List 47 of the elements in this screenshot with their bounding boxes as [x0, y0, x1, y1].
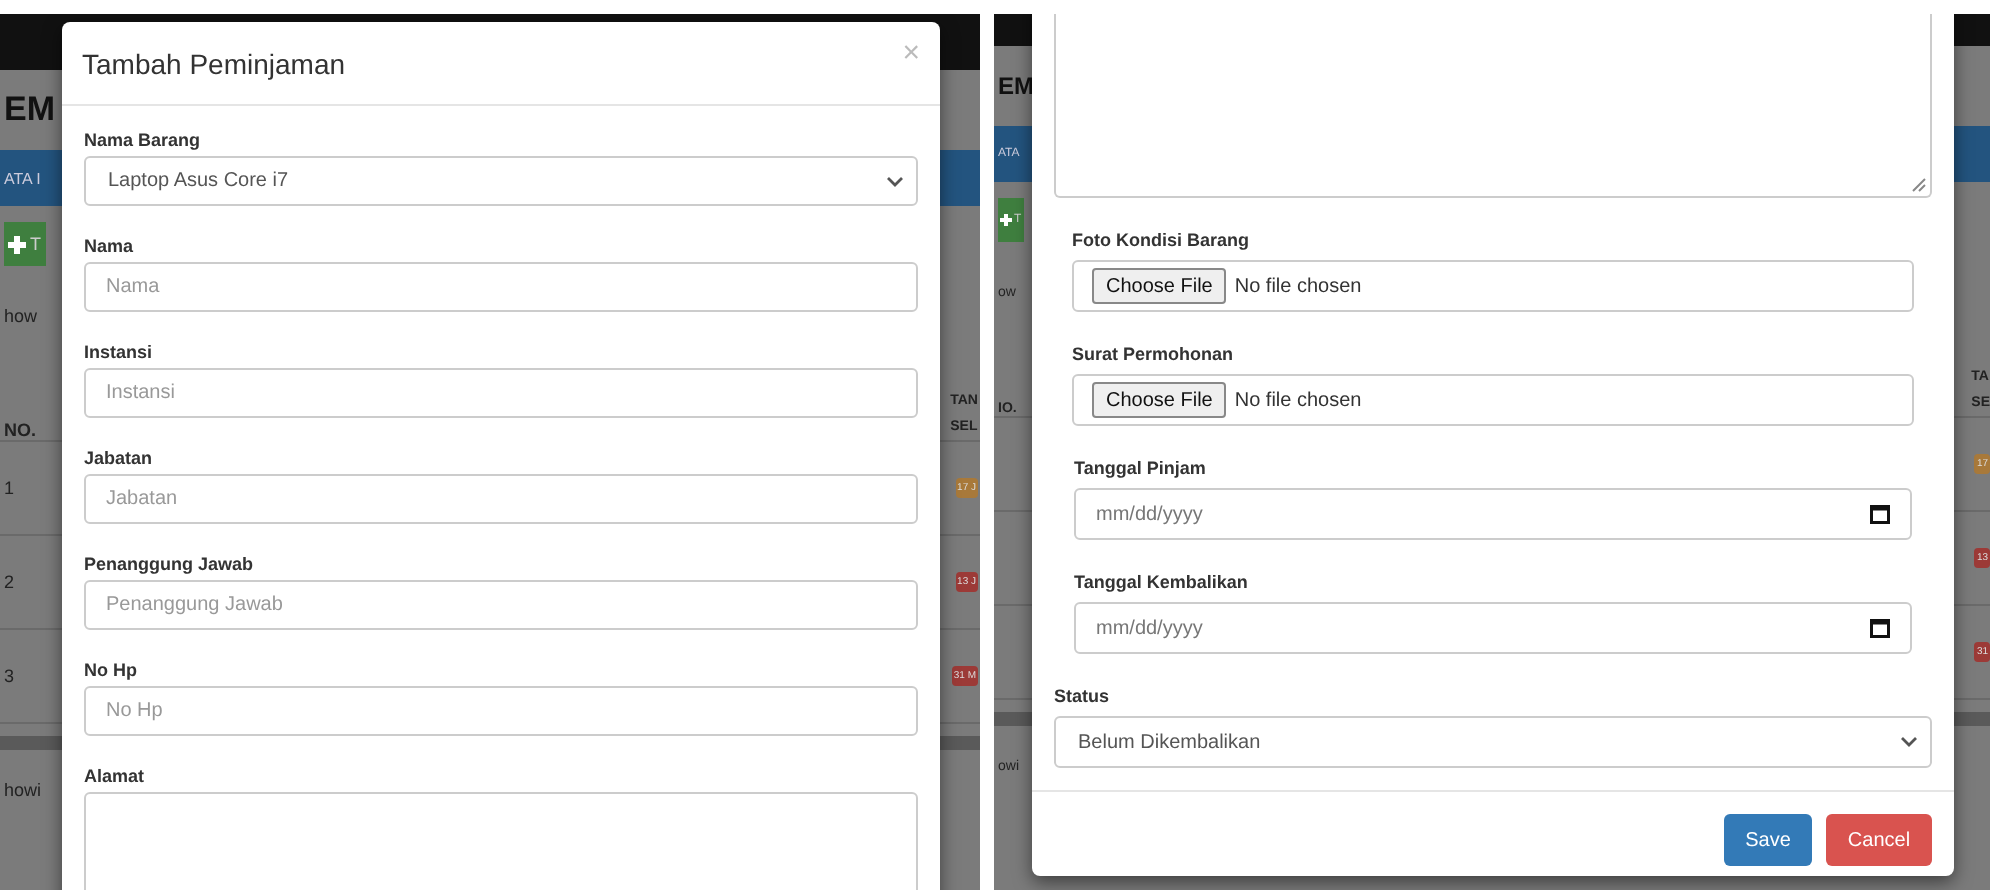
field-label: Penanggung Jawab — [84, 551, 256, 578]
calendar-icon — [1870, 504, 1890, 524]
cancel-button[interactable]: Cancel — [1826, 814, 1932, 866]
chevron-down-icon — [1900, 736, 1918, 748]
field-label: Foto Kondisi Barang — [1072, 228, 1251, 254]
textarea[interactable] — [1054, 14, 1932, 198]
text-input[interactable]: Penanggung Jawab — [84, 580, 918, 630]
choose-file-button[interactable]: Choose File — [1092, 268, 1227, 304]
date-input[interactable]: mm/dd/yyyy — [1074, 488, 1912, 540]
page-heading: EM — [998, 72, 1034, 100]
field-label: Surat Permohonan — [1072, 342, 1236, 368]
column-header: NO. — [4, 420, 37, 440]
show-entries-text: how — [4, 306, 38, 326]
add-button[interactable]: T — [4, 222, 45, 266]
text-input[interactable]: Jabatan — [84, 474, 918, 524]
dropdown[interactable]: Belum Dikembalikan — [1054, 716, 1932, 768]
choose-file-button[interactable]: Choose File — [1092, 382, 1227, 418]
date-input[interactable]: mm/dd/yyyy — [1074, 602, 1912, 654]
field-label: Tanggal Kembalikan — [1074, 570, 1250, 596]
field-label: Tanggal Pinjam — [1074, 456, 1208, 482]
modal-title: Tambah Peminjaman — [82, 47, 346, 79]
field-label: Instansi — [84, 339, 155, 365]
field-label: Nama Barang — [84, 127, 203, 154]
table-cell: 1 — [4, 478, 15, 498]
table-cell: 2 — [4, 572, 15, 592]
calendar-icon — [1870, 618, 1890, 638]
save-button[interactable]: Save — [1724, 814, 1812, 866]
textarea[interactable] — [84, 792, 918, 890]
text-input[interactable]: Nama — [84, 262, 918, 312]
plus-icon — [8, 235, 26, 253]
field-label: Nama — [84, 233, 136, 259]
dropdown[interactable]: Laptop Asus Core i7 — [84, 156, 918, 206]
chevron-down-icon — [886, 175, 904, 187]
field-label: No Hp — [84, 657, 139, 684]
resize-grip-icon — [1912, 178, 1926, 192]
plus-icon — [1000, 214, 1012, 226]
text-input[interactable]: Instansi — [84, 368, 918, 418]
page-heading: EM — [4, 90, 55, 130]
file-status-text: No file chosen — [1234, 389, 1362, 411]
file-status-text: No file chosen — [1234, 275, 1362, 297]
table-cell: 3 — [4, 666, 15, 686]
field-label: Status — [1054, 684, 1112, 710]
text-input[interactable]: No Hp — [84, 686, 918, 736]
showing-entries-text: howi — [4, 780, 42, 800]
field-label: Jabatan — [84, 445, 155, 471]
panel-title: ATA I — [4, 169, 41, 187]
field-label: Alamat — [84, 763, 147, 789]
